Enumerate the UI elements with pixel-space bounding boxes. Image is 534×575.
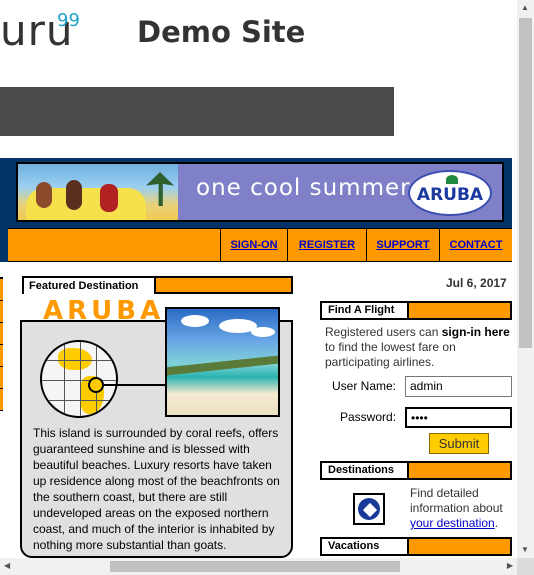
- vacations-header: Vacations: [320, 537, 512, 556]
- cloud-shape: [251, 327, 275, 337]
- site-logo-superscript: 99: [57, 10, 80, 31]
- left-menu-tab[interactable]: [0, 279, 3, 301]
- globe-longitude: [80, 342, 81, 416]
- nav-contact[interactable]: CONTACT: [439, 229, 512, 261]
- dest-text-pre: Find detailed information about: [410, 486, 503, 515]
- current-date: Jul 6, 2017: [446, 276, 507, 290]
- scrollbar-corner: [517, 558, 534, 575]
- left-menu-tabs[interactable]: [0, 277, 3, 411]
- destinations-text: Find detailed information about your des…: [410, 486, 514, 531]
- username-label: User Name:: [332, 379, 397, 393]
- intro-text-pre: Registered users can: [325, 325, 442, 339]
- banner-person-image: [36, 182, 52, 208]
- featured-title: ARUBA: [43, 296, 165, 326]
- destination-globe-icon[interactable]: [353, 493, 385, 525]
- left-menu-tab[interactable]: [0, 301, 3, 323]
- sign-in-emphasis: sign-in here: [441, 325, 510, 339]
- your-destination-link[interactable]: your destination: [410, 516, 495, 530]
- vertical-scroll-thumb[interactable]: [519, 18, 532, 348]
- find-flight-heading: Find A Flight: [322, 303, 409, 318]
- intro-text-post: to find the lowest fare on participating…: [325, 340, 456, 369]
- left-menu-tab[interactable]: [0, 389, 3, 411]
- dest-text-post: .: [494, 516, 499, 530]
- aruba-logo: ARUBA: [408, 170, 492, 216]
- scroll-up-icon[interactable]: ▲: [521, 4, 529, 12]
- nav-sign-on[interactable]: SIGN-ON: [220, 229, 287, 261]
- nav-register[interactable]: REGISTER: [287, 229, 366, 261]
- globe-longitude: [64, 342, 65, 416]
- promo-banner: one cool summer ARUBA: [16, 162, 504, 222]
- banner-person-image: [66, 180, 82, 210]
- banner-tagline: one cool summer: [196, 175, 411, 201]
- marker-pointer-line: [104, 384, 168, 386]
- banner-person-image: [100, 184, 118, 212]
- find-flight-header: Find A Flight: [320, 301, 512, 320]
- destinations-header: Destinations: [320, 461, 512, 480]
- globe-latitude: [42, 360, 116, 361]
- scroll-right-icon[interactable]: ▶: [507, 562, 513, 570]
- palm-tree-icon: [146, 172, 174, 206]
- nav-support[interactable]: SUPPORT: [366, 229, 439, 261]
- vacations-heading: Vacations: [322, 539, 409, 554]
- shoreline-shape: [167, 353, 278, 377]
- aruba-logo-text: ARUBA: [416, 185, 484, 205]
- left-menu-tab[interactable]: [0, 367, 3, 389]
- horizontal-scrollbar[interactable]: ◀ ▶: [0, 558, 517, 575]
- globe-latitude: [42, 400, 116, 401]
- featured-heading: Featured Destination: [24, 278, 156, 294]
- submit-button[interactable]: Submit: [429, 433, 489, 454]
- header-ad-bar: [0, 87, 394, 136]
- cloud-shape: [181, 315, 209, 327]
- palm-icon: [446, 175, 458, 184]
- destinations-heading: Destinations: [322, 463, 409, 478]
- password-label: Password:: [340, 410, 397, 424]
- globe-latitude: [42, 380, 116, 381]
- globe-icon: [40, 340, 118, 418]
- scroll-left-icon[interactable]: ◀: [4, 562, 10, 570]
- horizontal-scroll-thumb[interactable]: [110, 561, 400, 572]
- left-menu-tab[interactable]: [0, 323, 3, 345]
- left-menu-tab[interactable]: [0, 345, 3, 367]
- password-input[interactable]: ••••: [405, 407, 512, 428]
- site-title: Demo Site: [137, 15, 306, 49]
- beach-photo: [165, 307, 280, 417]
- scroll-down-icon[interactable]: ▼: [521, 546, 529, 554]
- top-nav: SIGN-ON REGISTER SUPPORT CONTACT: [8, 228, 512, 262]
- featured-header: Featured Destination: [22, 276, 293, 294]
- banner-photo: [18, 164, 178, 220]
- featured-description: This island is surrounded by coral reefs…: [33, 426, 280, 552]
- location-marker-icon: [88, 377, 104, 393]
- find-flight-intro: Registered users can sign-in here to fin…: [325, 325, 510, 370]
- vertical-scrollbar[interactable]: ▲ ▼: [517, 0, 534, 558]
- username-input[interactable]: admin: [405, 376, 512, 397]
